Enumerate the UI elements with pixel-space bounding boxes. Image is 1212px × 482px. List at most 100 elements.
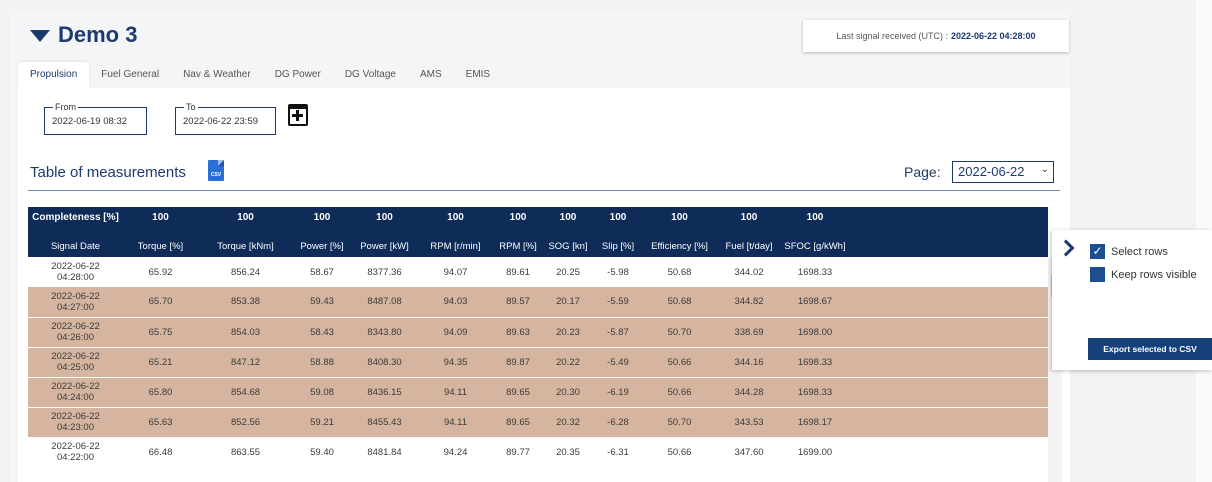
table-cell: 50.70 — [643, 407, 716, 438]
table-cell: -5.98 — [607, 266, 629, 278]
to-date-field[interactable]: To 2022-06-22 23:59 — [175, 102, 276, 135]
csv-download-icon[interactable]: CSV — [208, 160, 224, 181]
column-header-row: Signal Date Torque [%] Torque [kNm] Powe… — [28, 235, 1048, 257]
table-row[interactable]: 2022-06-22 04:24:00 65.80 854.68 59.08 8436.1… — [28, 377, 1048, 408]
table-cell: -6.28 — [593, 407, 643, 438]
table-cell: 59.43 — [293, 287, 351, 318]
table-cell: 344.28 — [716, 377, 782, 408]
table-cell: 8408.30 — [351, 347, 418, 378]
table-cell: 94.09 — [418, 317, 493, 348]
table-cell: 8487.08 — [351, 287, 418, 318]
completeness-cell: 100 — [509, 212, 527, 223]
col-header-sog[interactable]: SOG [kn] — [543, 235, 593, 257]
col-header-power-pct[interactable]: Power [%] — [293, 235, 351, 257]
table-cell: 1698.33 — [782, 347, 848, 378]
selection-side-panel: ✓ Select rows Keep rows visible Export s… — [1052, 230, 1212, 370]
table-cell: 338.69 — [716, 317, 782, 348]
table-cell: 50.66 — [667, 446, 692, 458]
table-cell: 20.23 — [543, 317, 593, 348]
tab-dg-power[interactable]: DG Power — [263, 62, 333, 88]
table-cell: 50.68 — [667, 266, 692, 278]
table-cell: -5.87 — [593, 317, 643, 348]
table-cell: 344.02 — [734, 266, 764, 278]
col-header-sfoc[interactable]: SFOC [g/kWh] — [782, 235, 848, 257]
table-cell: -5.49 — [593, 347, 643, 378]
table-row[interactable]: 2022-06-22 04:22:00 66.48 863.55 59.40 8481.8… — [28, 437, 1048, 467]
completeness-cell: 100 — [559, 212, 577, 223]
tab-emis[interactable]: EMIS — [454, 62, 502, 88]
table-cell: 20.25 — [556, 266, 580, 278]
table-cell: 8343.80 — [351, 317, 418, 348]
row-spacer — [848, 437, 1048, 467]
col-header-fuel[interactable]: Fuel [t/day] — [716, 235, 782, 257]
table-cell: 20.17 — [543, 287, 593, 318]
table-row[interactable]: 2022-06-22 04:27:00 65.70 853.38 59.43 8487.0… — [28, 287, 1048, 318]
export-csv-button[interactable]: Export selected to CSV — [1088, 338, 1212, 360]
table-cell: 343.53 — [716, 407, 782, 438]
table-cell: 66.48 — [148, 446, 173, 458]
select-rows-checkbox[interactable]: ✓ — [1090, 244, 1105, 259]
tab-ams[interactable]: AMS — [408, 62, 454, 88]
tab-nav-weather[interactable]: Nav & Weather — [171, 62, 263, 88]
table-heading: Table of measurements — [30, 164, 186, 181]
table-cell: 20.30 — [543, 377, 593, 408]
table-row[interactable]: 2022-06-22 04:25:00 65.21 847.12 58.88 8408.3… — [28, 347, 1048, 378]
completeness-cell: 100 — [237, 212, 254, 223]
signal-date: 2022-06-22 — [51, 411, 100, 422]
tab-propulsion[interactable]: Propulsion — [18, 62, 90, 88]
table-cell: 8481.84 — [367, 446, 402, 458]
table-cell: 89.57 — [493, 287, 543, 318]
signal-date: 2022-06-22 — [51, 381, 100, 392]
select-rows-option[interactable]: ✓ Select rows — [1090, 244, 1168, 259]
signal-time: 04:25:00 — [57, 362, 94, 373]
from-date-field[interactable]: From 2022-06-19 08:32 — [44, 102, 147, 135]
col-header-efficiency[interactable]: Efficiency [%] — [643, 235, 716, 257]
measurements-table-container: Completeness [%] 100 100 100 100 100 100… — [28, 207, 1060, 482]
keep-rows-visible-option[interactable]: Keep rows visible — [1090, 267, 1197, 282]
col-header-slip[interactable]: Slip [%] — [593, 235, 643, 257]
tab-dg-voltage[interactable]: DG Voltage — [333, 62, 408, 88]
table-cell: 50.66 — [643, 347, 716, 378]
completeness-label: Completeness [%] — [32, 212, 119, 223]
col-header-rpm-pct[interactable]: RPM [%] — [493, 235, 543, 257]
table-cell: 89.65 — [493, 377, 543, 408]
col-header-torque-knm[interactable]: Torque [kNm] — [198, 235, 293, 257]
table-cell: 89.77 — [506, 446, 530, 458]
table-cell: 1698.00 — [782, 317, 848, 348]
signal-date-cell: 2022-06-22 04:25:00 — [28, 347, 123, 378]
col-header-rpm-rmin[interactable]: RPM [r/min] — [418, 235, 493, 257]
chevron-right-icon[interactable] — [1057, 239, 1075, 257]
table-cell: 8377.36 — [367, 266, 402, 278]
table-cell: 89.61 — [506, 266, 530, 278]
col-header-torque-pct[interactable]: Torque [%] — [123, 235, 198, 257]
table-row[interactable]: 2022-06-22 04:26:00 65.75 854.03 58.43 8343.8… — [28, 317, 1048, 348]
table-row[interactable]: 2022-06-22 04:23:00 65.63 852.56 59.21 8455.4… — [28, 407, 1048, 438]
collapse-caret-icon[interactable] — [30, 30, 50, 42]
table-cell: 347.60 — [734, 446, 764, 458]
table-cell: 58.88 — [293, 347, 351, 378]
page-select-value: 2022-06-22 — [958, 164, 1025, 179]
col-header-power-kw[interactable]: Power [kW] — [351, 235, 418, 257]
table-cell: 94.24 — [443, 446, 468, 458]
table-cell: 65.63 — [123, 407, 198, 438]
table-cell: 59.08 — [293, 377, 351, 408]
row-spacer — [848, 407, 1048, 438]
table-cell: 58.67 — [310, 266, 334, 278]
signal-time: 04:26:00 — [57, 332, 94, 343]
table-body: 2022-06-22 04:28:00 65.92 856.24 58.67 8377.3… — [28, 257, 1048, 467]
page-label: Page: — [904, 164, 941, 180]
table-cell: 50.66 — [643, 377, 716, 408]
table-row[interactable]: 2022-06-22 04:28:00 65.92 856.24 58.67 8377.3… — [28, 257, 1048, 287]
select-rows-label: Select rows — [1111, 245, 1168, 258]
tab-bar: Propulsion Fuel General Nav & Weather DG… — [18, 62, 502, 88]
col-header-signal-date[interactable]: Signal Date — [28, 235, 123, 257]
tab-fuel-general[interactable]: Fuel General — [89, 62, 171, 88]
signal-time: 04:22:00 — [57, 452, 94, 464]
keep-rows-visible-checkbox[interactable] — [1090, 267, 1105, 282]
table-cell: -6.31 — [607, 446, 629, 458]
table-cell: 65.21 — [123, 347, 198, 378]
signal-date: 2022-06-22 — [51, 441, 100, 453]
page-select[interactable]: 2022-06-22 ⌄ — [952, 161, 1054, 183]
table-cell: 8455.43 — [351, 407, 418, 438]
calendar-add-icon[interactable] — [288, 104, 308, 126]
